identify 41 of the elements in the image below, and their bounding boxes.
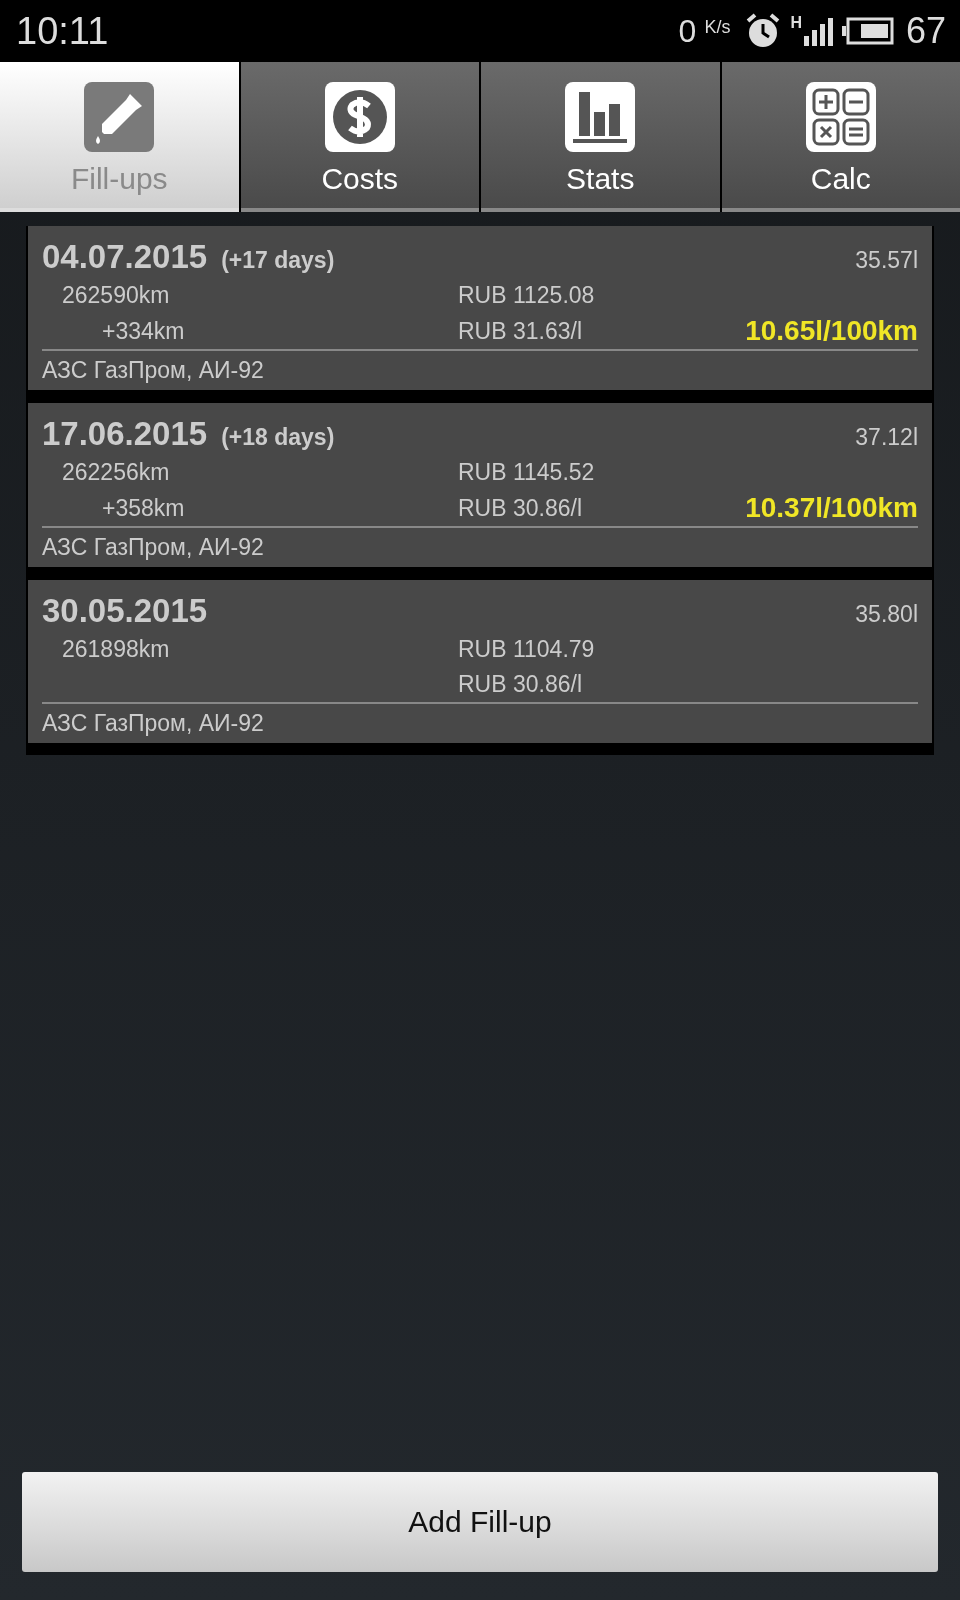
battery-level: 67 (905, 10, 946, 52)
fill-up-card[interactable]: 30.05.2015 35.80l 261898km RUB 1104.79 RUB 30.86/l АЗС ГазПром, АИ-92 (28, 580, 932, 743)
fuel-consumption: 10.65l/100km (745, 317, 918, 345)
fill-up-date: 30.05.2015 (42, 592, 208, 630)
add-fill-up-button[interactable]: Add Fill-up (22, 1472, 938, 1572)
odometer-reading: 262256km (61, 459, 171, 486)
status-time: 10:11 (16, 9, 109, 53)
tab[interactable]: Calc (721, 62, 960, 212)
total-cost: RUB 1104.79 (458, 636, 596, 663)
fill-up-card[interactable]: 17.06.2015 (+18 days) 37.12l 262256km RUB 1145.52 +358km RUB 30.86/l 10.37l/100km АЗС ГазПром, АИ-92 (28, 403, 932, 567)
station-name: АЗС ГазПром, АИ-92 (42, 357, 265, 384)
station-name: АЗС ГазПром, АИ-92 (42, 710, 265, 737)
total-cost: RUB 1125.08 (458, 282, 596, 309)
fuel-volume: 35.57l (855, 247, 918, 274)
speed-unit: K/s (704, 16, 731, 38)
network-speed: 0 (678, 12, 697, 50)
tab[interactable]: Costs (240, 62, 479, 212)
price-per-liter: RUB 30.86/l (458, 671, 583, 698)
station-name: АЗС ГазПром, АИ-92 (42, 534, 265, 561)
odometer-reading: 262590km (61, 282, 171, 309)
price-per-liter: RUB 30.86/l (458, 495, 583, 522)
network-type: H (790, 14, 802, 32)
fill-up-card[interactable]: 04.07.2015 (+17 days) 35.57l 262590km RUB 1125.08 +334km RUB 31.63/l 10.65l/100km АЗС ГазПром, АИ-92 (28, 226, 932, 390)
calculator-icon (805, 82, 876, 152)
days-interval: (+17 days) (221, 247, 335, 274)
fuel-volume: 37.12l (855, 424, 918, 451)
tab[interactable]: Stats (481, 62, 720, 212)
fuel-volume: 35.80l (855, 601, 918, 628)
distance-driven: +334km (101, 318, 186, 345)
price-per-liter: RUB 31.63/l (458, 318, 583, 345)
fill-up-date: 04.07.2015 (42, 238, 208, 276)
total-cost: RUB 1145.52 (458, 459, 596, 486)
signal-icon (803, 16, 834, 46)
fuel-consumption: 10.37l/100km (745, 494, 918, 522)
distance-driven: +358km (101, 495, 186, 522)
odometer-reading: 261898km (61, 636, 171, 663)
fill-up-date: 17.06.2015 (42, 415, 208, 453)
dollar-icon (324, 82, 395, 152)
battery-icon (841, 17, 894, 45)
days-interval: (+18 days) (221, 424, 335, 451)
bar-chart-icon (565, 82, 636, 152)
